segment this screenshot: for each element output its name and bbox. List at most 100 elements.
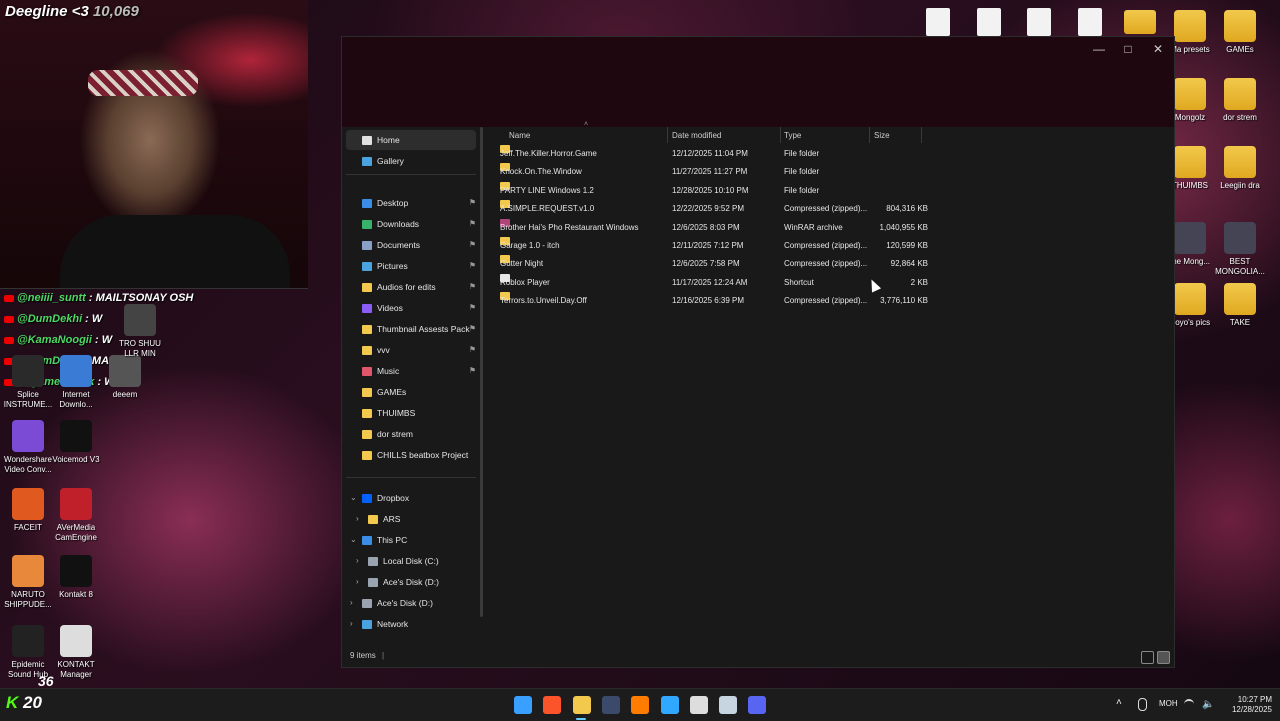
details-view-button[interactable] — [1141, 651, 1154, 664]
nav-item-pinned[interactable]: Videos ⚑ — [346, 298, 476, 318]
desktop-shortcut[interactable]: Internet Downlo... — [48, 355, 104, 410]
clock[interactable]: 10:27 PM 12/28/2025 — [1222, 695, 1272, 715]
desktop-shortcut[interactable]: KONTAKT Manager — [48, 625, 104, 680]
desktop-shortcut[interactable]: deeem — [97, 355, 153, 400]
nav-item-folder[interactable]: CHILLS beatbox Project — [346, 445, 476, 465]
chevron-right-icon[interactable]: › — [356, 551, 359, 571]
chevron-down-icon[interactable]: ⌄ — [350, 488, 357, 508]
nav-item-aces-disk-d-root[interactable]: › Ace's Disk (D:) — [346, 593, 476, 613]
desktop-shortcut[interactable]: TRO SHUU LLR MIN — [112, 304, 168, 359]
desktop-shortcut[interactable]: BEST MONGOLIA... — [1212, 222, 1268, 277]
nav-item-pinned[interactable]: Audios for edits ⚑ — [346, 277, 476, 297]
windows-start-icon[interactable] — [514, 696, 532, 714]
discord-icon[interactable] — [748, 696, 767, 714]
column-header-name[interactable]: Name — [509, 129, 530, 143]
column-separator[interactable] — [667, 127, 668, 143]
desktop-shortcut[interactable]: Leegiin dra — [1212, 146, 1268, 191]
nav-item-pinned[interactable]: Thumbnail Assests Pack ⚑ — [346, 319, 476, 339]
file-type: File folder — [784, 185, 820, 195]
nav-item-network[interactable]: › Network — [346, 614, 476, 634]
nav-item-pinned[interactable]: Desktop ⚑ — [346, 193, 476, 213]
nav-item-this-pc[interactable]: ⌄ This PC — [346, 530, 476, 550]
nav-item-pinned[interactable]: Downloads ⚑ — [346, 214, 476, 234]
brave-icon[interactable] — [543, 696, 562, 714]
file-name: Gutter Night — [500, 259, 544, 269]
chevron-right-icon[interactable]: › — [350, 593, 353, 613]
desktop-shortcut[interactable]: dor strem — [1212, 78, 1268, 123]
tray-chevron-up-icon[interactable]: ˄ — [1116, 697, 1122, 708]
live-icon[interactable] — [689, 696, 708, 714]
app-icon[interactable] — [601, 696, 620, 714]
nav-item-gallery[interactable]: Gallery — [346, 151, 476, 171]
status-divider: | — [382, 651, 385, 660]
column-separator[interactable] — [780, 127, 781, 143]
folder-icon — [362, 346, 372, 356]
desktop-shortcut[interactable]: AVerMedia CamEngine — [48, 488, 104, 543]
desktop-document-icon[interactable] — [977, 8, 1001, 36]
desktop-document-icon[interactable] — [1078, 8, 1102, 36]
desktop-document-icon[interactable] — [926, 8, 950, 36]
chevron-down-icon[interactable]: ⌄ — [350, 530, 357, 550]
column-separator[interactable] — [869, 127, 870, 143]
illustrator-icon[interactable] — [631, 696, 650, 714]
volume-icon[interactable]: 🔈 — [1202, 699, 1214, 710]
file-row[interactable]: Roblox Player 11/17/2025 12:24 AM Shortcut… — [498, 273, 928, 292]
file-row[interactable]: Gutter Night 12/6/2025 7:58 PM Compressed … — [498, 255, 928, 273]
minimize-button[interactable]: — — [1084, 40, 1114, 58]
nav-scrollbar[interactable] — [480, 127, 483, 617]
nav-item-local-disk-c[interactable]: › Local Disk (C:) — [352, 551, 482, 571]
nav-item-folder[interactable]: GAMEs — [346, 382, 476, 402]
steam-icon[interactable] — [719, 696, 738, 714]
wifi-icon[interactable] — [1184, 699, 1194, 709]
close-button[interactable]: ✕ — [1143, 40, 1173, 58]
file-row[interactable]: A.SIMPLE.REQUEST.v1.0 12/22/2025 9:52 PM C… — [498, 200, 928, 218]
nav-item-pinned[interactable]: Documents ⚑ — [346, 235, 476, 255]
chevron-right-icon[interactable]: › — [356, 572, 359, 592]
language-indicator[interactable]: MOH — [1159, 699, 1178, 708]
desktop-shortcut-label: KONTAKT Manager — [57, 660, 95, 679]
column-header-type[interactable]: Type — [784, 129, 801, 143]
desktop-shortcut-label: Kontakt 8 — [59, 590, 93, 599]
webcam-overlay — [0, 0, 308, 289]
desktop-folder-icon[interactable] — [1124, 10, 1156, 34]
nav-item-home[interactable]: Home — [346, 130, 476, 150]
nav-item-pinned[interactable]: Pictures ⚑ — [346, 256, 476, 276]
nav-item-aces-disk-d[interactable]: › Ace's Disk (D:) — [352, 572, 482, 592]
file-row[interactable]: Terrors.to.Unveil.Day.Off 12/16/2025 6:39… — [498, 292, 928, 310]
maximize-button[interactable]: □ — [1113, 40, 1143, 58]
desktop-document-icon[interactable] — [1027, 8, 1051, 36]
nav-item-pinned[interactable]: Music ⚑ — [346, 361, 476, 381]
column-separator[interactable] — [921, 127, 922, 143]
clock-date: 12/28/2025 — [1231, 705, 1272, 714]
nav-item-label: Pictures — [377, 261, 408, 271]
nav-item-ars[interactable]: › ARS — [352, 509, 482, 529]
chevron-right-icon[interactable]: › — [350, 614, 353, 634]
desktop-shortcut[interactable]: Voicemod V3 — [48, 420, 104, 465]
desktop-shortcut-label: TAKE — [1229, 318, 1251, 327]
file-date: 12/6/2025 8:03 PM — [672, 222, 740, 232]
nav-item-dropbox[interactable]: ⌄ Dropbox — [346, 488, 476, 508]
desktop-shortcut[interactable]: GAMEs — [1212, 10, 1268, 55]
nav-item-label: Desktop — [377, 198, 409, 208]
microphone-icon[interactable] — [1138, 698, 1147, 711]
file-row[interactable]: Knock.On.The.Window 11/27/2025 11:27 PM Fi… — [498, 163, 928, 181]
file-explorer-icon[interactable] — [572, 696, 591, 714]
nav-item-folder[interactable]: THUIMBS — [346, 403, 476, 423]
nav-item-pinned[interactable]: vvv ⚑ — [346, 340, 476, 360]
desktop-shortcut[interactable]: TAKE — [1212, 283, 1268, 328]
file-row[interactable]: Jeff.The.Killer.Horror.Game 12/12/2025 11… — [498, 145, 928, 163]
photoshop-icon[interactable] — [660, 696, 679, 714]
chat-message: @neiiii_suntt : MAILTSONAY OSH — [4, 292, 193, 304]
tiles-view-button[interactable] — [1157, 651, 1170, 664]
desktop-shortcut[interactable]: Kontakt 8 — [48, 555, 104, 600]
nav-item-folder[interactable]: dor strem — [346, 424, 476, 444]
column-header-size[interactable]: Size — [874, 129, 890, 143]
file-row[interactable]: PARTY LINE Windows 1.2 12/28/2025 10:10 P… — [498, 181, 928, 200]
file-row[interactable]: Brother Hai's Pho Restaurant Windows 12/6… — [498, 218, 928, 237]
file-row[interactable]: Garage 1.0 - itch 12/11/2025 7:12 PM Compr… — [498, 237, 928, 255]
chevron-right-icon[interactable]: › — [356, 509, 359, 529]
clock-time: 10:27 PM — [1237, 695, 1272, 704]
app-icon — [12, 420, 44, 452]
image-thumbnail-icon — [1224, 222, 1256, 254]
column-header-date[interactable]: Date modified — [672, 129, 721, 143]
